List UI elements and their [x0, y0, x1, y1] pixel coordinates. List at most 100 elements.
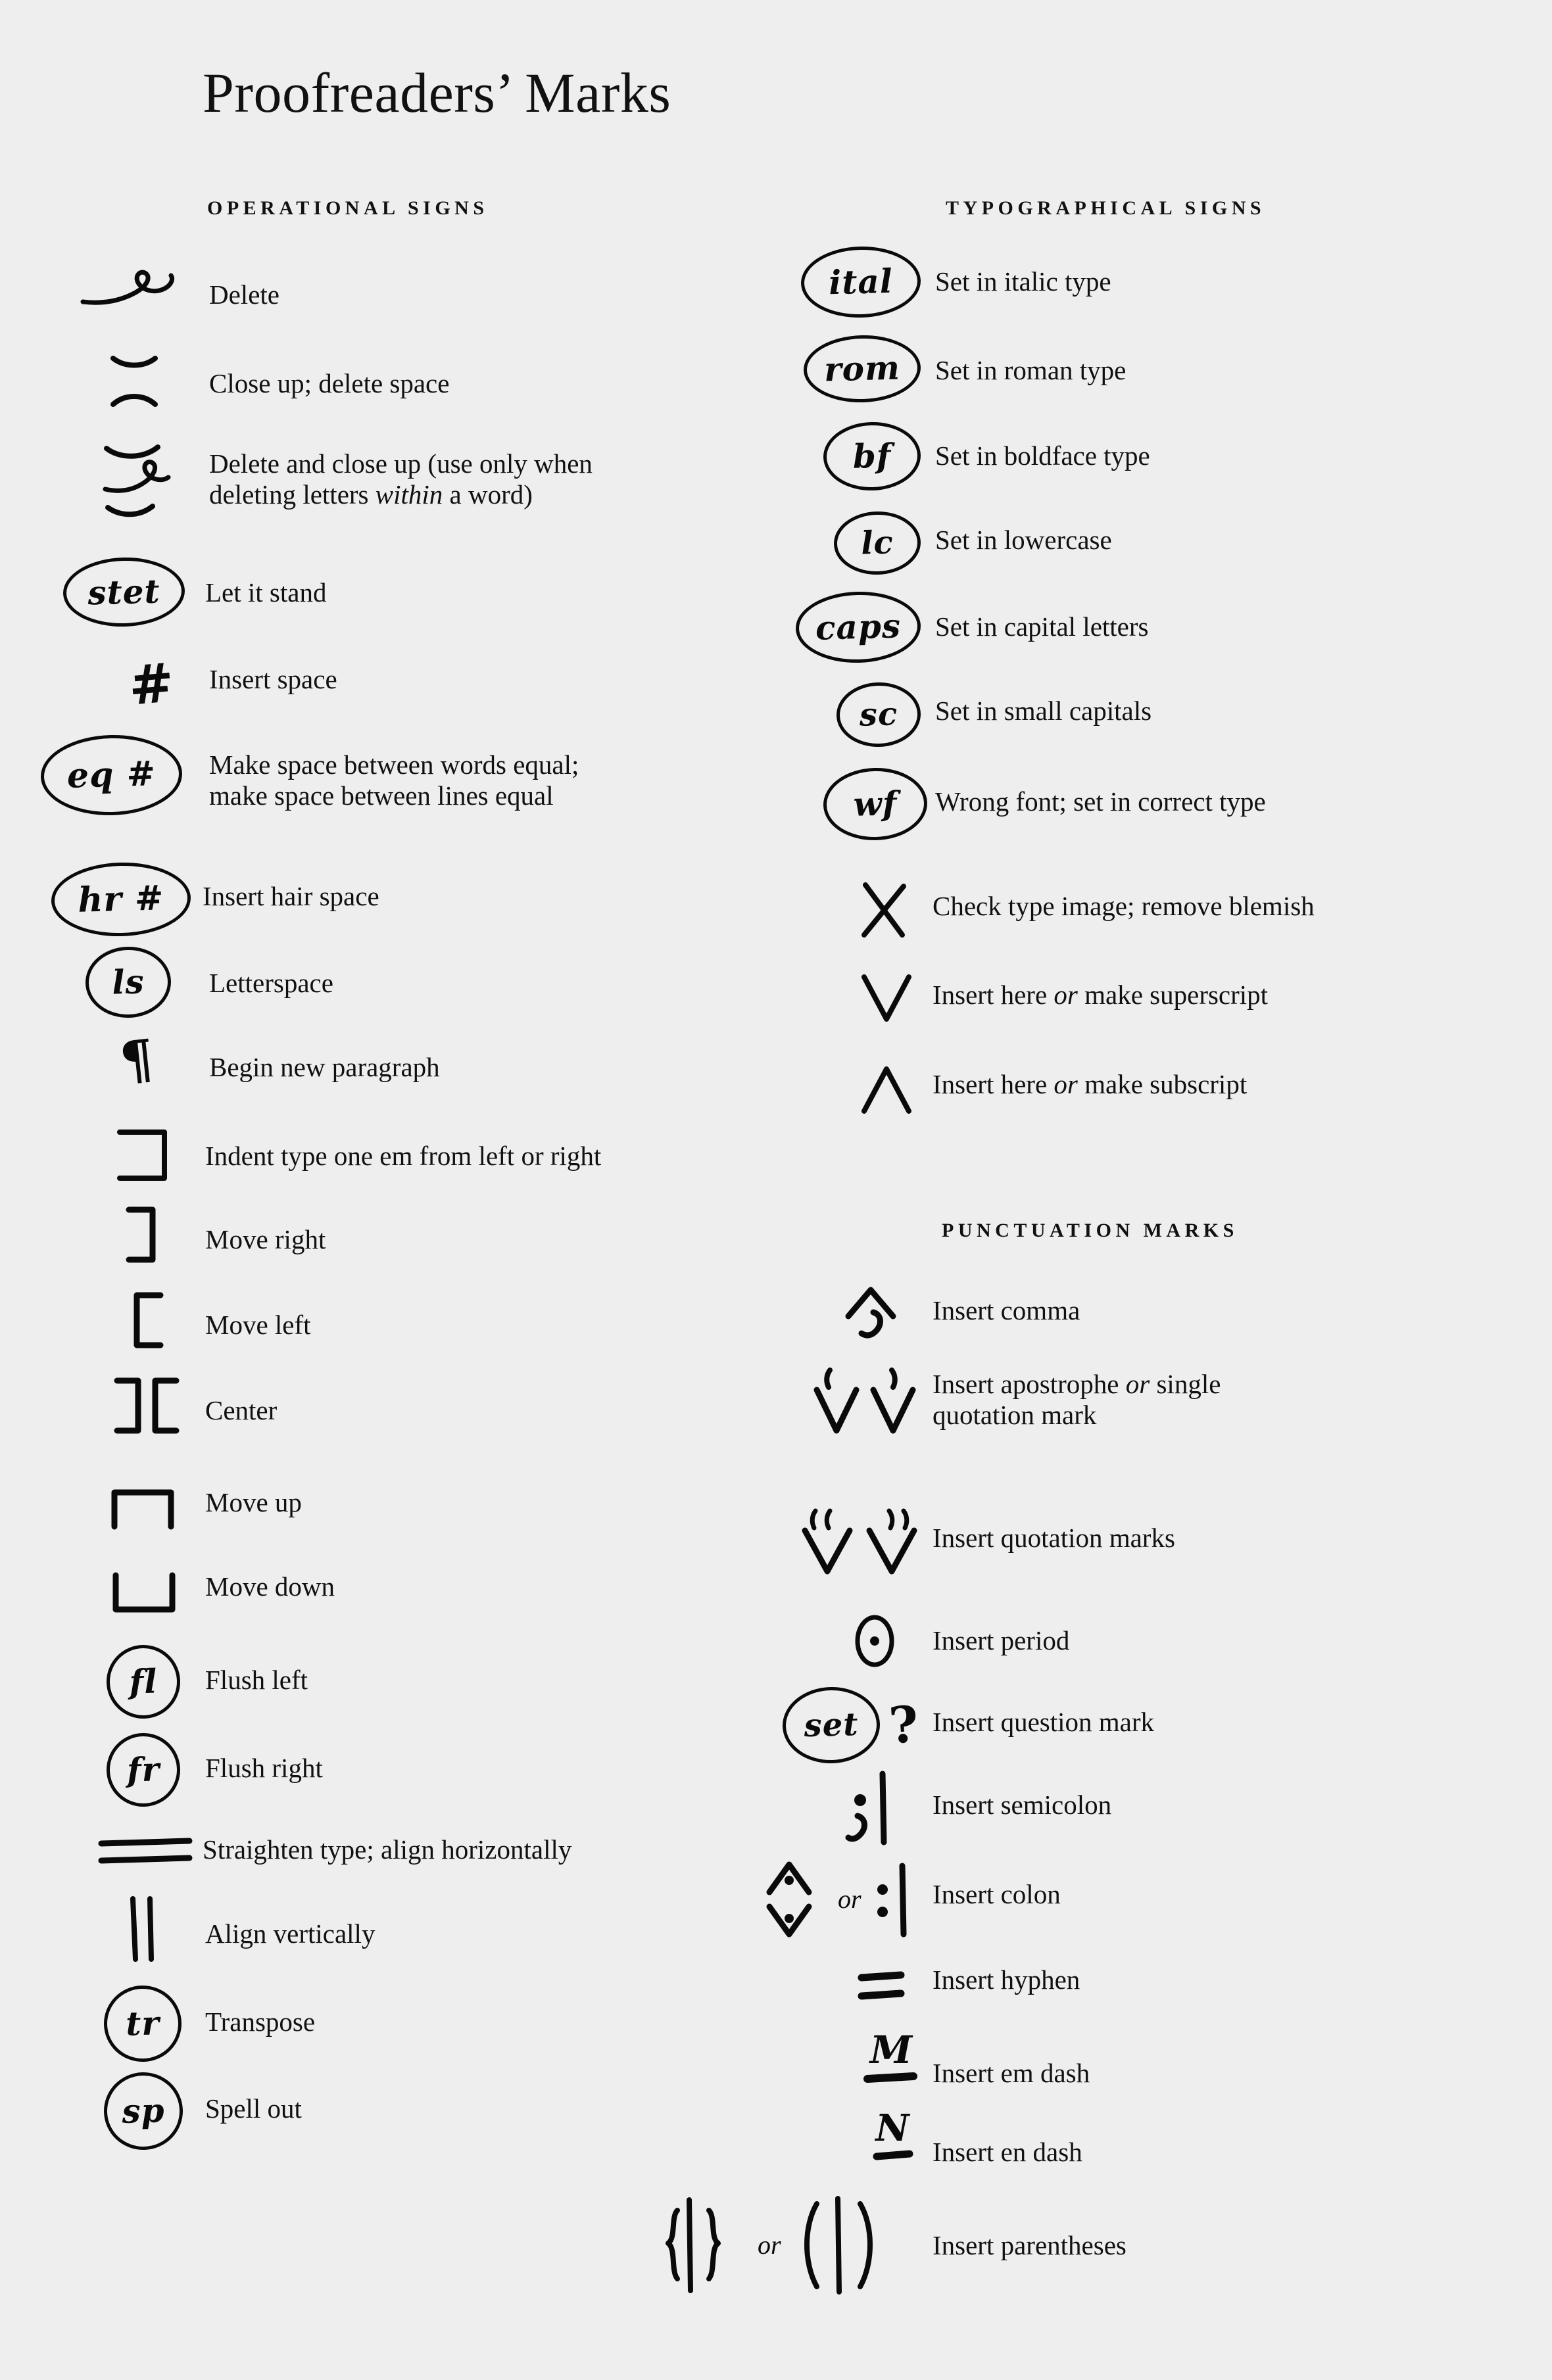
circled-fl-icon: fl — [105, 1644, 182, 1720]
double-rule-vertical-icon — [121, 1893, 164, 1966]
circled-fr-label: fr — [105, 1732, 182, 1808]
list-item-label: Set in capital letters — [935, 611, 1149, 642]
list-item-label: Spell out — [205, 2093, 302, 2124]
move-down-bracket-icon — [109, 1570, 182, 1617]
list-item-label: Check type image; remove blemish — [933, 891, 1315, 921]
circled-lc-label: lc — [833, 510, 922, 576]
list-item-label: Insert here or make superscript — [933, 980, 1268, 1011]
list-item-label: Move up — [205, 1487, 302, 1517]
list-item-label-pre: Insert here — [933, 1069, 1054, 1099]
circled-ls-icon: ls — [84, 945, 172, 1019]
list-item-label-line1-post: single — [1150, 1369, 1221, 1399]
circled-hr-hash-label: hr # — [50, 861, 192, 938]
circled-caps-icon: caps — [794, 590, 922, 665]
list-item-label: Move left — [205, 1310, 311, 1340]
list-item-label: Flush left — [205, 1665, 308, 1695]
list-item-label-line1-em: or — [1125, 1369, 1150, 1399]
circled-ital-label: ital — [800, 245, 922, 320]
list-item-label: Insert parentheses — [933, 2230, 1127, 2260]
list-item-label: Insert question mark — [933, 1707, 1155, 1737]
center-brackets-icon — [110, 1375, 183, 1436]
list-item-label: Insert apostrophe or single quotation ma… — [933, 1369, 1544, 1431]
list-item-label-em: or — [1054, 980, 1078, 1010]
list-item-label: Set in small capitals — [935, 696, 1152, 726]
circled-set-question-icon: set? — [781, 1686, 921, 1765]
list-item-label: Indent type one em from left or right — [205, 1141, 602, 1171]
circled-period-dot-icon — [848, 1611, 901, 1671]
list-item-label: Insert semicolon — [933, 1790, 1112, 1820]
caret-up-subscript-icon — [855, 1062, 918, 1118]
list-item-label-line1: Make space between words equal; — [209, 750, 579, 780]
list-item-label: Straighten type; align horizontally — [203, 1834, 572, 1865]
list-item-label: Close up; delete space — [209, 368, 450, 398]
list-item-label: Delete and close up (use only when delet… — [209, 448, 775, 510]
en-dash-N-glyph: N — [875, 2106, 909, 2150]
list-item-label-line2: quotation mark — [933, 1400, 1097, 1430]
circled-sc-label: sc — [835, 681, 922, 748]
circled-wf-icon: wf — [822, 766, 929, 842]
circled-eq-hash-icon: eq # — [39, 733, 183, 817]
list-item-label: Set in lowercase — [935, 525, 1112, 555]
carets-with-apostrophes-icon — [808, 1366, 926, 1439]
list-item-label: Insert comma — [933, 1295, 1080, 1325]
x-mark-icon — [855, 880, 913, 940]
move-left-bracket-icon — [124, 1290, 170, 1350]
en-dash-with-N-icon: N — [856, 2110, 929, 2166]
list-item-label-line1: Delete and close up (use only when — [209, 448, 593, 479]
list-item-label: Insert en dash — [933, 2137, 1082, 2167]
list-item-label: Align vertically — [205, 1918, 376, 1949]
close-up-arcs-icon — [99, 353, 184, 410]
circled-rom-label: rom — [802, 333, 922, 404]
list-item-label: Begin new paragraph — [209, 1052, 440, 1082]
circled-eq-hash-label: eq # — [39, 733, 183, 817]
question-mark-glyph: ? — [886, 1694, 921, 1755]
list-item-label-line2: make space between lines equal — [209, 780, 554, 811]
circled-tr-icon: tr — [103, 1984, 183, 2063]
circled-set-label: set — [781, 1686, 881, 1765]
move-right-bracket-icon — [121, 1204, 167, 1265]
colon-caret-or-colon-rule-icon: or — [752, 1857, 921, 1942]
list-item-label: Delete — [209, 279, 279, 310]
semicolon-with-rule-icon — [837, 1769, 909, 1847]
circled-tr-label: tr — [103, 1984, 183, 2063]
circled-fr-icon: fr — [105, 1732, 182, 1808]
list-item-label: Transpose — [205, 2007, 316, 2037]
section-heading-operational: OPERATIONAL SIGNS — [207, 197, 489, 219]
double-hyphen-icon — [852, 1967, 913, 2007]
list-item-label-post: make superscript — [1077, 980, 1269, 1010]
list-item-label: Let it stand — [205, 577, 327, 607]
circled-lc-icon: lc — [833, 510, 922, 576]
delete-and-close-up-icon — [96, 439, 188, 518]
circled-ls-label: ls — [84, 945, 172, 1019]
circled-ital-icon: ital — [800, 245, 922, 320]
delete-dele-loop-icon — [78, 266, 183, 312]
list-item-label: Move down — [205, 1571, 335, 1602]
section-heading-typographical: TYPOGRAPHICAL SIGNS — [946, 197, 1266, 219]
list-item-label: Letterspace — [209, 968, 333, 998]
list-item-label-post: make subscript — [1077, 1069, 1248, 1099]
circled-stet-icon: stet — [62, 556, 186, 629]
list-item-label-pre: Insert here — [933, 980, 1054, 1010]
circled-stet-label: stet — [62, 556, 186, 629]
list-item-label-line1-pre: Insert apostrophe — [933, 1369, 1126, 1399]
list-item-label: Insert colon — [933, 1879, 1061, 1909]
list-item-label: Insert quotation marks — [933, 1523, 1175, 1553]
circled-wf-label: wf — [822, 766, 929, 842]
list-item-label: Move right — [205, 1224, 326, 1254]
em-dash-with-M-icon: M — [855, 2031, 927, 2088]
list-item-label: Insert here or make subscript — [933, 1069, 1247, 1100]
list-item-label-line2-post: a word) — [443, 479, 533, 510]
list-item-label-line2-em: within — [375, 479, 443, 510]
list-item-label: Set in roman type — [935, 355, 1127, 385]
list-item-label: Insert hyphen — [933, 1964, 1080, 1995]
list-item-label: Set in boldface type — [935, 440, 1150, 471]
circled-rom-icon: rom — [802, 333, 922, 404]
circled-hr-hash-icon: hr # — [50, 861, 192, 938]
or-label: or — [758, 2230, 781, 2260]
caret-with-comma-icon — [842, 1282, 901, 1345]
circled-fl-label: fl — [105, 1644, 182, 1720]
section-heading-punctuation: PUNCTUATION MARKS — [942, 1220, 1238, 1241]
pilcrow-icon: ¶ — [116, 1027, 157, 1093]
double-rule-horizontal-icon — [96, 1834, 195, 1868]
circled-sc-icon: sc — [835, 681, 922, 748]
